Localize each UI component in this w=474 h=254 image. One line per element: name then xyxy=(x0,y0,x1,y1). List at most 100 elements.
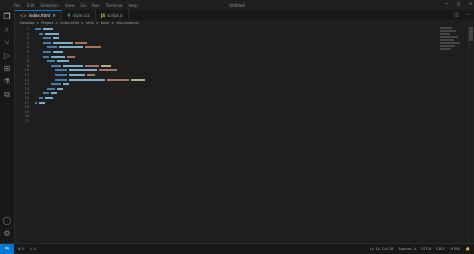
code-token xyxy=(45,96,53,99)
breadcrumb-item[interactable]: index.html xyxy=(60,21,79,25)
tab-label: style.css xyxy=(72,12,90,18)
minimap-line xyxy=(440,42,460,44)
code-token xyxy=(85,46,101,49)
language-mode[interactable]: HTML xyxy=(451,247,461,251)
code-token xyxy=(57,60,69,63)
js-file-icon: JS xyxy=(100,12,106,18)
breadcrumb-item[interactable]: div.container xyxy=(116,21,139,25)
html-file-icon: <> xyxy=(20,13,27,18)
code-token xyxy=(53,37,59,40)
code-token xyxy=(47,46,57,49)
settings-gear-icon[interactable]: ⚙ xyxy=(2,229,12,239)
maximize-icon[interactable]: □ xyxy=(457,1,460,7)
extensions-icon[interactable]: ⊞ xyxy=(2,64,12,74)
code-token xyxy=(87,73,95,76)
code-token xyxy=(67,55,75,58)
more-actions-icon[interactable]: ⋯ xyxy=(465,12,470,18)
breadcrumb: Desktop > Project > index.html > html > … xyxy=(15,20,440,26)
code-token xyxy=(39,96,43,99)
code-token xyxy=(107,78,129,81)
scrollbar-thumb[interactable] xyxy=(469,27,473,41)
close-icon[interactable]: ✕ xyxy=(469,1,472,7)
code-token xyxy=(131,78,145,81)
split-editor-icon[interactable]: ◫ xyxy=(454,12,459,18)
minimap-line xyxy=(440,39,454,41)
breadcrumb-item[interactable]: html xyxy=(86,21,94,25)
code-token xyxy=(75,41,87,44)
window-controls: – □ ✕ xyxy=(445,1,472,7)
editor-tabs: <> index.html × # style.css JS script.js xyxy=(15,10,474,20)
breadcrumb-separator: > xyxy=(95,21,99,25)
code-token xyxy=(85,64,99,67)
minimap-line xyxy=(440,45,455,47)
line-number-gutter: 1 2 3 4 5 6 7 8 9 10 11 12 13 14 15 16 1… xyxy=(15,27,29,123)
css-file-icon: # xyxy=(67,12,71,18)
encoding[interactable]: UTF-8 xyxy=(421,247,431,251)
code-token xyxy=(51,92,57,95)
remote-explorer-icon[interactable]: ⧉ xyxy=(2,90,12,100)
testing-icon[interactable]: ⚗ xyxy=(2,77,12,87)
tab-index-html[interactable]: <> index.html × xyxy=(15,10,63,20)
line-ending[interactable]: CRLF xyxy=(436,247,445,251)
minimap-line xyxy=(440,48,451,50)
account-icon[interactable]: ◯ xyxy=(2,216,12,226)
code-token xyxy=(69,69,97,72)
activity-bar: ❐ ⌕ ⑂ ▷ ⊞ ⚗ ⧉ ◯ ⚙ xyxy=(0,10,15,243)
run-debug-icon[interactable]: ▷ xyxy=(2,51,12,61)
code-token xyxy=(39,101,45,104)
minimap-line xyxy=(440,30,456,32)
search-icon[interactable]: ⌕ xyxy=(2,25,12,35)
vertical-scrollbar[interactable] xyxy=(468,27,474,243)
close-icon[interactable]: × xyxy=(52,13,56,19)
code-token xyxy=(45,32,59,35)
code-token xyxy=(35,101,37,104)
code-token xyxy=(43,50,51,53)
code-token xyxy=(51,83,61,86)
minimap-line xyxy=(440,27,452,29)
code-token xyxy=(69,73,85,76)
editor-actions: ◫ ⋯ xyxy=(454,12,470,18)
code-token xyxy=(53,41,73,44)
breadcrumb-separator: > xyxy=(111,21,115,25)
window-title: Untitled xyxy=(229,2,245,8)
breadcrumb-separator: > xyxy=(55,21,59,25)
indentation[interactable]: Spaces: 4 xyxy=(398,247,415,251)
code-token xyxy=(101,64,111,67)
notifications-icon[interactable]: 🔔 xyxy=(466,247,470,251)
errors-count[interactable]: ⊗ 0 xyxy=(18,247,24,251)
status-bar: ⇋ ⊗ 0 ⚠ 0 Ln 14, Col 28 Spaces: 4 UTF-8 … xyxy=(0,243,474,254)
code-token xyxy=(57,87,63,90)
breadcrumb-separator: > xyxy=(80,21,84,25)
code-token xyxy=(35,28,41,30)
code-token xyxy=(43,28,53,30)
code-token xyxy=(47,87,55,90)
minimize-icon[interactable]: – xyxy=(445,1,448,7)
code-editor[interactable]: 1 2 3 4 5 6 7 8 9 10 11 12 13 14 15 16 1… xyxy=(15,27,440,243)
breadcrumb-item[interactable]: body xyxy=(101,21,110,25)
code-token xyxy=(99,69,117,72)
minimap[interactable] xyxy=(440,27,462,67)
code-token xyxy=(39,32,43,35)
cursor-position[interactable]: Ln 14, Col 28 xyxy=(370,247,394,251)
code-token xyxy=(69,78,105,81)
tab-script-js[interactable]: JS script.js xyxy=(95,10,129,20)
code-token xyxy=(55,73,67,76)
code-token xyxy=(43,41,51,44)
breadcrumb-separator: > xyxy=(36,21,40,25)
status-right: Ln 14, Col 28 Spaces: 4 UTF-8 CRLF HTML … xyxy=(370,247,470,251)
code-token xyxy=(43,37,51,40)
breadcrumb-item[interactable]: Project xyxy=(41,21,53,25)
tab-style-css[interactable]: # style.css xyxy=(62,10,96,20)
tab-label: index.html xyxy=(28,13,51,18)
source-control-icon[interactable]: ⑂ xyxy=(2,38,12,48)
code-token xyxy=(63,83,69,86)
code-token xyxy=(59,46,83,49)
minimap-line xyxy=(440,33,450,35)
warnings-count[interactable]: ⚠ 0 xyxy=(29,247,36,251)
code-lines xyxy=(35,27,147,123)
files-icon[interactable]: ❐ xyxy=(2,12,12,22)
breadcrumb-item[interactable]: Desktop xyxy=(20,21,34,25)
tab-label: script.js xyxy=(107,12,123,18)
status-left: ⊗ 0 ⚠ 0 xyxy=(18,247,36,251)
